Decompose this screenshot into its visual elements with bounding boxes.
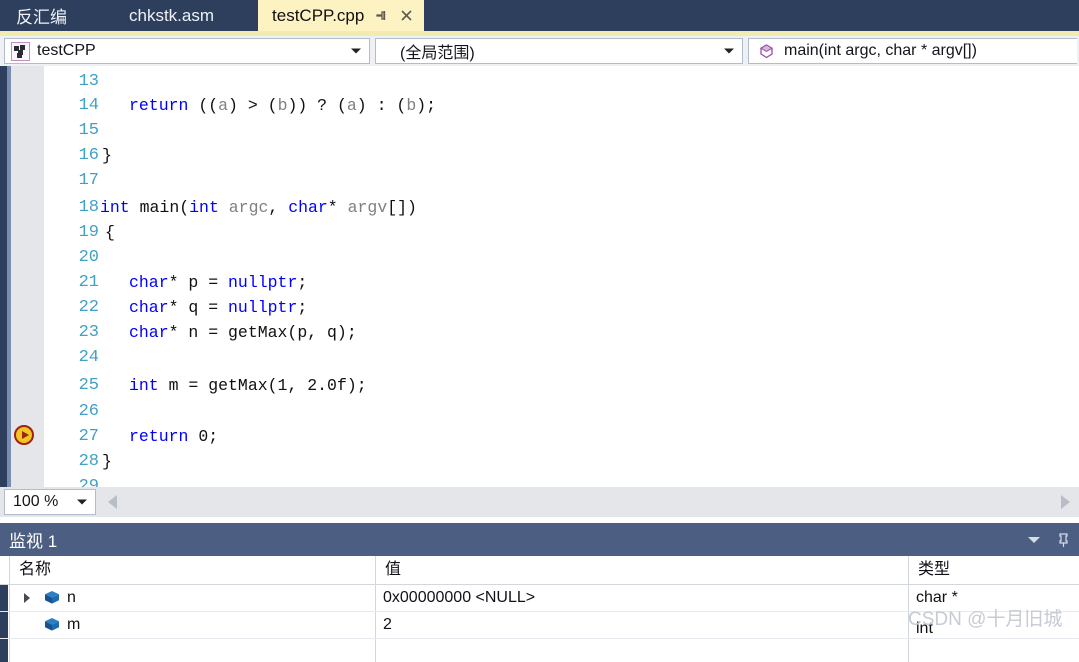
watch-column-header: 名称 值 类型 <box>0 556 1079 585</box>
editor-navigation-bar: testCPP (全局范围) main(int argc, char * arg… <box>0 36 1079 66</box>
code-editor[interactable]: 13 14 return ((a) > (b)) ? (a) : (b); 15… <box>0 66 1079 487</box>
zoom-dropdown[interactable]: 100 % <box>4 489 96 515</box>
code-line[interactable]: 24 <box>44 342 1079 373</box>
variable-icon <box>44 617 60 632</box>
watch-value[interactable]: 2 <box>383 611 392 638</box>
editor-left-edge <box>0 66 7 487</box>
member-dropdown-value: main(int argc, char * argv[]) <box>784 42 977 59</box>
watch-window: 监视 1 名称 值 类型 n 0x00000000 <NULL> char * … <box>0 523 1079 662</box>
project-dropdown-value: testCPP <box>37 42 96 59</box>
variable-icon <box>44 590 60 605</box>
execution-pointer-icon[interactable] <box>14 425 34 445</box>
line-number: 24 <box>78 348 99 367</box>
expander-icon[interactable] <box>24 593 30 603</box>
chevron-down-icon <box>724 48 734 54</box>
document-tab-strip: 反汇编 chkstk.asm testCPP.cpp <box>0 0 1079 31</box>
watch-type: int <box>916 620 933 637</box>
watch-name[interactable]: n <box>67 584 76 611</box>
watch-header-actions <box>1028 532 1071 548</box>
scope-dropdown-value: (全局范围) <box>400 45 475 62</box>
watch-window-header: 监视 1 <box>0 523 1079 556</box>
column-header-value[interactable]: 值 <box>376 556 908 584</box>
chevron-down-icon <box>351 48 361 54</box>
method-icon <box>757 42 775 60</box>
tab-testcpp-cpp[interactable]: testCPP.cpp <box>258 0 425 31</box>
close-icon[interactable] <box>398 8 414 24</box>
line-number: 29 <box>78 477 99 487</box>
chevron-down-icon[interactable] <box>1028 536 1040 543</box>
code-surface[interactable]: 13 14 return ((a) > (b)) ? (a) : (b); 15… <box>44 66 1079 487</box>
editor-indicator-margin[interactable] <box>11 66 44 487</box>
visual-studio-window: 反汇编 chkstk.asm testCPP.cpp testCPP (全局范围… <box>0 0 1079 662</box>
column-header-name[interactable]: 名称 <box>10 556 375 584</box>
zoom-level: 100 % <box>13 493 59 510</box>
pin-icon[interactable] <box>373 8 389 24</box>
table-row[interactable]: n 0x00000000 <NULL> char * <box>0 584 1079 612</box>
editor-status-bar: 100 % <box>0 487 1079 517</box>
member-dropdown[interactable]: main(int argc, char * argv[]) <box>748 38 1077 64</box>
project-dropdown[interactable]: testCPP <box>4 38 370 64</box>
watch-window-title: 监视 1 <box>9 532 58 551</box>
chevron-down-icon <box>77 499 87 505</box>
scroll-right-icon[interactable] <box>1061 495 1070 509</box>
scroll-left-icon[interactable] <box>108 495 117 509</box>
project-icon <box>11 41 30 61</box>
watch-name[interactable]: m <box>67 611 80 638</box>
scope-dropdown[interactable]: (全局范围) <box>375 38 743 64</box>
tab-chkstk-asm[interactable]: chkstk.asm <box>113 0 230 31</box>
watch-type: char * <box>916 589 958 606</box>
tab-label: 反汇编 <box>16 8 67 27</box>
column-header-type[interactable]: 类型 <box>909 556 1079 584</box>
tab-disassembly[interactable]: 反汇编 <box>0 0 83 31</box>
tab-label: chkstk.asm <box>129 5 215 25</box>
pin-icon[interactable] <box>1056 532 1071 548</box>
tab-label: testCPP.cpp <box>272 5 365 25</box>
watch-value[interactable]: 0x00000000 <NULL> <box>383 584 535 611</box>
table-row[interactable]: m 2 int <box>0 611 1079 639</box>
code-line[interactable]: 29 <box>44 471 1079 487</box>
